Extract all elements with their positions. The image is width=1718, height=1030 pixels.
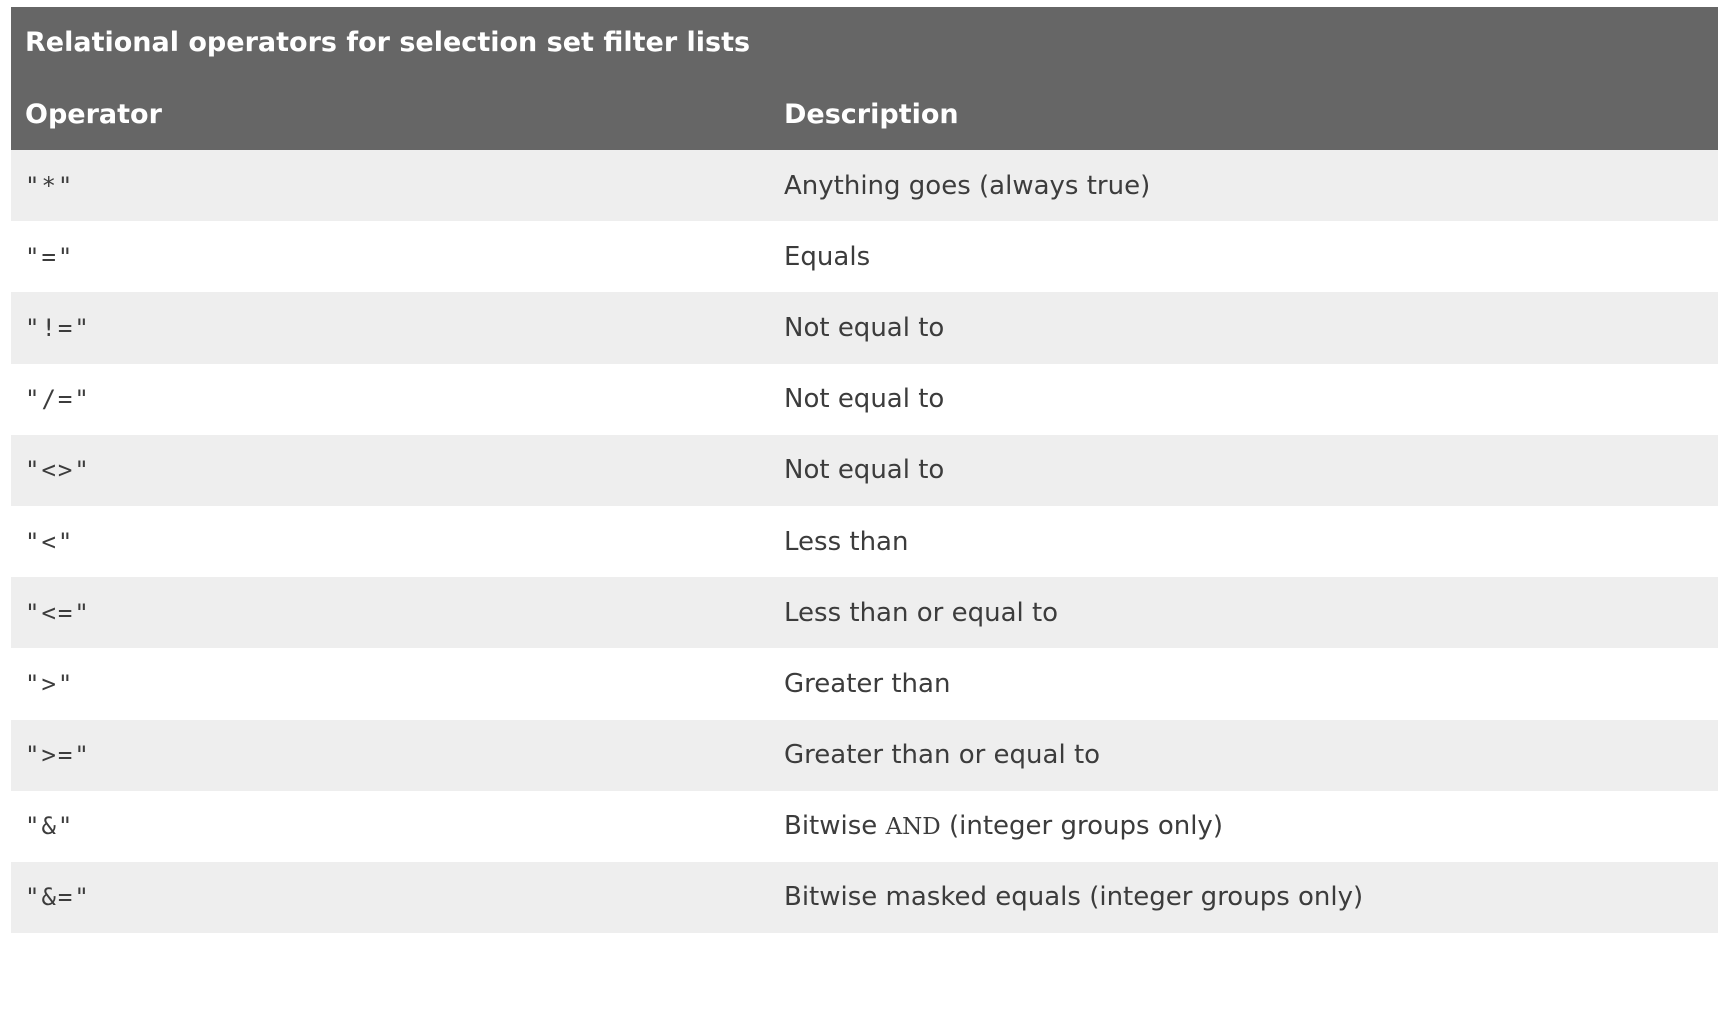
description-text-pre: Bitwise <box>784 811 886 842</box>
table-row: "!=" Not equal to <box>11 292 1718 364</box>
description-cell: Bitwise masked equals (integer groups on… <box>784 882 1364 913</box>
description-text-post: (integer groups only) <box>940 811 1223 842</box>
description-cell: Greater than or equal to <box>784 740 1101 771</box>
operator-cell: "&" <box>25 812 75 841</box>
operator-cell: "!=" <box>25 313 91 342</box>
table-row: "<=" Less than or equal to <box>11 577 1718 649</box>
table-row: "&=" Bitwise masked equals (integer grou… <box>11 861 1718 934</box>
operator-cell: "/=" <box>25 385 91 414</box>
operator-cell: "&=" <box>25 883 91 912</box>
column-header-description: Description <box>784 98 959 130</box>
description-cell: Not equal to <box>784 312 945 343</box>
table-row: "=" Equals <box>11 221 1718 293</box>
description-cell: Less than <box>784 526 909 557</box>
description-cell: Anything goes (always true) <box>784 170 1151 201</box>
table-caption: Relational operators for selection set f… <box>11 7 1718 78</box>
operator-cell: "<>" <box>25 456 91 485</box>
description-cell: Equals <box>784 241 871 272</box>
operator-cell: ">" <box>25 669 75 698</box>
operator-cell: "*" <box>25 171 75 200</box>
table-row: "<" Less than <box>11 505 1718 578</box>
table-row: ">=" Greater than or equal to <box>11 719 1718 791</box>
operator-cell: "<=" <box>25 598 91 627</box>
description-cell: Not equal to <box>784 384 945 415</box>
operator-cell: "=" <box>25 242 75 271</box>
description-cell: Not equal to <box>784 455 945 486</box>
operator-cell: ">=" <box>25 741 91 770</box>
table-row: "<>" Not equal to <box>11 434 1718 506</box>
description-cell: Less than or equal to <box>784 597 1059 628</box>
table-row: "/=" Not equal to <box>11 363 1718 435</box>
operators-table: Relational operators for selection set f… <box>11 7 1718 934</box>
table-row: "&" Bitwise AND (integer groups only) <box>11 790 1718 862</box>
table-row: ">" Greater than <box>11 648 1718 720</box>
operator-cell: "<" <box>25 527 75 556</box>
description-cell: Greater than <box>784 668 951 699</box>
description-cell: Bitwise AND (integer groups only) <box>784 811 1718 841</box>
table-header-row: Operator Description <box>11 78 1718 150</box>
inline-code-and: AND <box>885 814 941 841</box>
column-header-operator: Operator <box>25 98 162 130</box>
table-row: "*" Anything goes (always true) <box>11 150 1718 222</box>
